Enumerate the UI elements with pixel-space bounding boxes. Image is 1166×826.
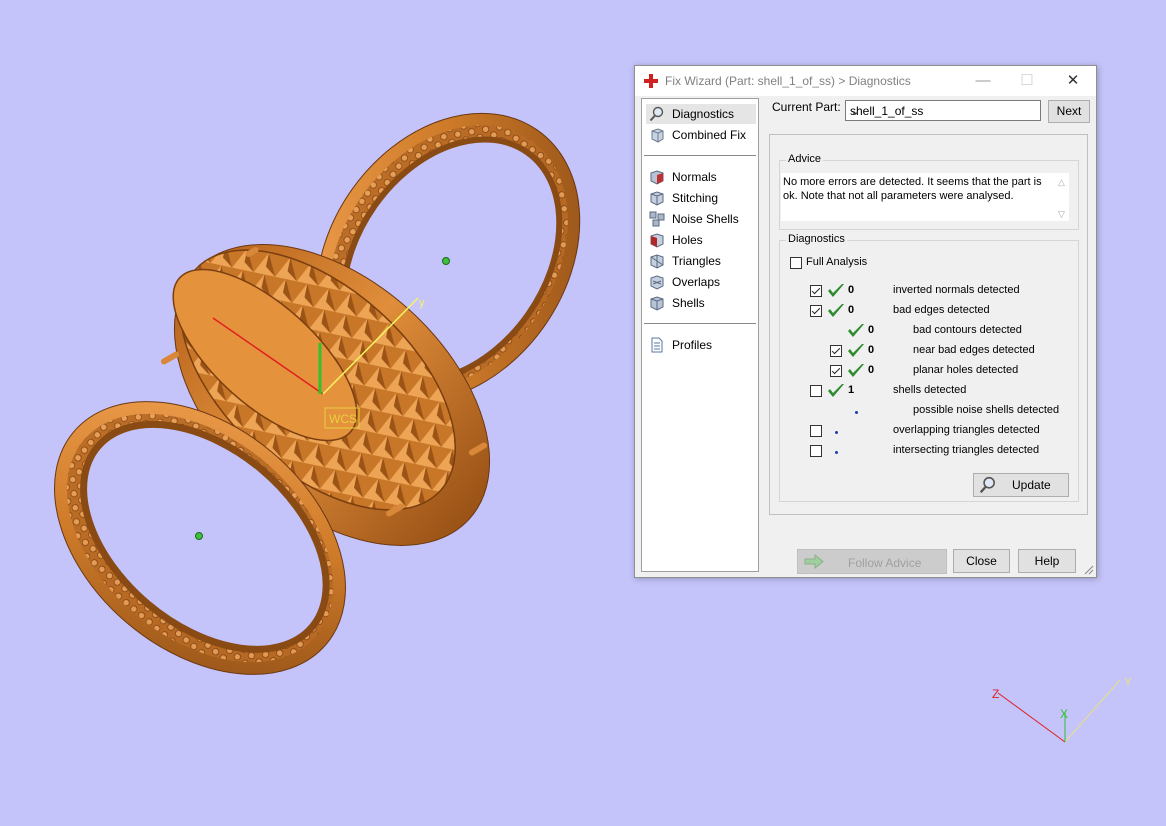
- checkmark-icon: [828, 284, 844, 297]
- wizard-navigation: Diagnostics Combined Fix Normals Stitchi…: [641, 98, 759, 572]
- diagnostic-label: near bad edges detected: [913, 344, 1035, 356]
- nav-item-triangles[interactable]: Triangles: [646, 251, 756, 271]
- checkmark-icon: [848, 364, 864, 377]
- diagnostic-label: overlapping triangles detected: [893, 424, 1040, 436]
- advice-scrollbar[interactable]: △ ▽: [1055, 173, 1069, 221]
- full-analysis-label: Full Analysis: [806, 256, 868, 268]
- nav-item-overlaps[interactable]: Overlaps: [646, 272, 756, 292]
- full-analysis-checkbox[interactable]: [790, 257, 802, 269]
- diagnostic-checkbox[interactable]: [810, 425, 822, 437]
- holes-cube-icon: [650, 233, 664, 248]
- diagnostic-label: shells detected: [893, 384, 967, 396]
- shells-cube-icon: [650, 296, 664, 311]
- checkmark-icon: [848, 344, 864, 357]
- next-button[interactable]: Next: [1048, 100, 1090, 123]
- diagnostic-count: 0: [868, 364, 875, 376]
- diagnostic-checkbox[interactable]: [810, 445, 822, 457]
- chevron-up-icon[interactable]: △: [1058, 175, 1065, 189]
- nav-item-noise-shells[interactable]: Noise Shells: [646, 209, 756, 229]
- diagnostic-count: 0: [848, 304, 855, 316]
- nav-item-holes[interactable]: Holes: [646, 230, 756, 250]
- nav-item-combined-fix[interactable]: Combined Fix: [646, 125, 756, 145]
- advice-group: Advice No more errors are detected. It s…: [779, 153, 1079, 230]
- noise-cube-icon: [649, 211, 665, 227]
- diagnostic-label: inverted normals detected: [893, 284, 1020, 296]
- arrow-right-icon: [804, 554, 824, 569]
- chevron-down-icon: ⌄: [850, 104, 861, 118]
- svg-text:X: X: [1060, 707, 1068, 721]
- checkmark-icon: [828, 384, 844, 397]
- update-button[interactable]: Update: [973, 473, 1069, 497]
- status-dot: [835, 431, 838, 434]
- status-dot: [835, 451, 838, 454]
- diagnostic-label: bad edges detected: [893, 304, 990, 316]
- ring-center-marker: [442, 257, 450, 265]
- nav-item-shells[interactable]: Shells: [646, 293, 756, 313]
- diagnostic-checkbox[interactable]: [810, 285, 822, 297]
- status-dot: [855, 411, 858, 414]
- follow-advice-button[interactable]: Follow Advice: [797, 549, 947, 574]
- magnifier-icon: [979, 476, 995, 494]
- diagnostic-count: 0: [868, 324, 875, 336]
- document-icon: [651, 337, 663, 353]
- red-cross-icon: [644, 74, 658, 88]
- checkmark-icon: [848, 324, 864, 337]
- overlaps-cube-icon: [650, 275, 664, 290]
- title-bar[interactable]: Fix Wizard (Part: shell_1_of_ss) > Diagn…: [635, 66, 1096, 96]
- help-button[interactable]: Help: [1018, 549, 1076, 573]
- resize-grip-icon[interactable]: [1084, 565, 1094, 575]
- advice-text: No more errors are detected. It seems th…: [781, 173, 1069, 221]
- ring-center-marker: [195, 532, 203, 540]
- maximize-button[interactable]: ☐: [1007, 66, 1047, 96]
- diagnostics-legend: Diagnostics: [786, 233, 847, 245]
- diagnostic-label: intersecting triangles detected: [893, 444, 1040, 456]
- fix-wizard-window: Fix Wizard (Part: shell_1_of_ss) > Diagn…: [634, 65, 1097, 578]
- nav-item-stitching[interactable]: Stitching: [646, 188, 756, 208]
- world-axes-triad: Z X Y: [992, 675, 1132, 743]
- diagnostic-count: 1: [848, 384, 855, 396]
- nav-item-diagnostics[interactable]: Diagnostics: [646, 104, 756, 124]
- minimize-button[interactable]: —: [963, 66, 1003, 96]
- diagnostic-checkbox[interactable]: [830, 345, 842, 357]
- diagnostics-panel: Advice No more errors are detected. It s…: [769, 134, 1088, 515]
- nav-item-normals[interactable]: Normals: [646, 167, 756, 187]
- nav-item-profiles[interactable]: Profiles: [646, 335, 756, 355]
- diagnostic-checkbox[interactable]: [830, 365, 842, 377]
- current-part-dropdown[interactable]: shell_1_of_ss ⌄: [845, 100, 1041, 121]
- advice-legend: Advice: [786, 153, 824, 165]
- diagnostic-checkbox[interactable]: [810, 305, 822, 317]
- stitching-cube-icon: [650, 191, 664, 206]
- cube-icon: [651, 128, 664, 143]
- window-title: Fix Wizard (Part: shell_1_of_ss) > Diagn…: [665, 74, 911, 88]
- diagnostic-label: possible noise shells detected: [913, 404, 1060, 416]
- diagnostic-count: 0: [868, 344, 875, 356]
- diagnostic-checkbox[interactable]: [810, 385, 822, 397]
- diagnostic-label: bad contours detected: [913, 324, 1022, 336]
- normals-cube-icon: [650, 170, 664, 185]
- current-part-label: Current Part:: [772, 100, 841, 114]
- wcs-label: WCS: [329, 412, 357, 426]
- diagnostic-label: planar holes detected: [913, 364, 1019, 376]
- diagnostic-count: 0: [848, 284, 855, 296]
- ucs-y-axis-label: y: [419, 297, 425, 309]
- svg-text:Z: Z: [992, 687, 999, 701]
- close-button[interactable]: Close: [953, 549, 1010, 573]
- chevron-down-icon[interactable]: ▽: [1058, 207, 1065, 221]
- triangles-cube-icon: [650, 254, 664, 269]
- close-window-button[interactable]: ✕: [1053, 66, 1093, 96]
- magnifier-icon: [649, 106, 664, 122]
- diagnostics-group: Diagnostics Full Analysis 0 inverted norm…: [779, 233, 1079, 502]
- checkmark-icon: [828, 304, 844, 317]
- svg-text:Y: Y: [1124, 675, 1132, 689]
